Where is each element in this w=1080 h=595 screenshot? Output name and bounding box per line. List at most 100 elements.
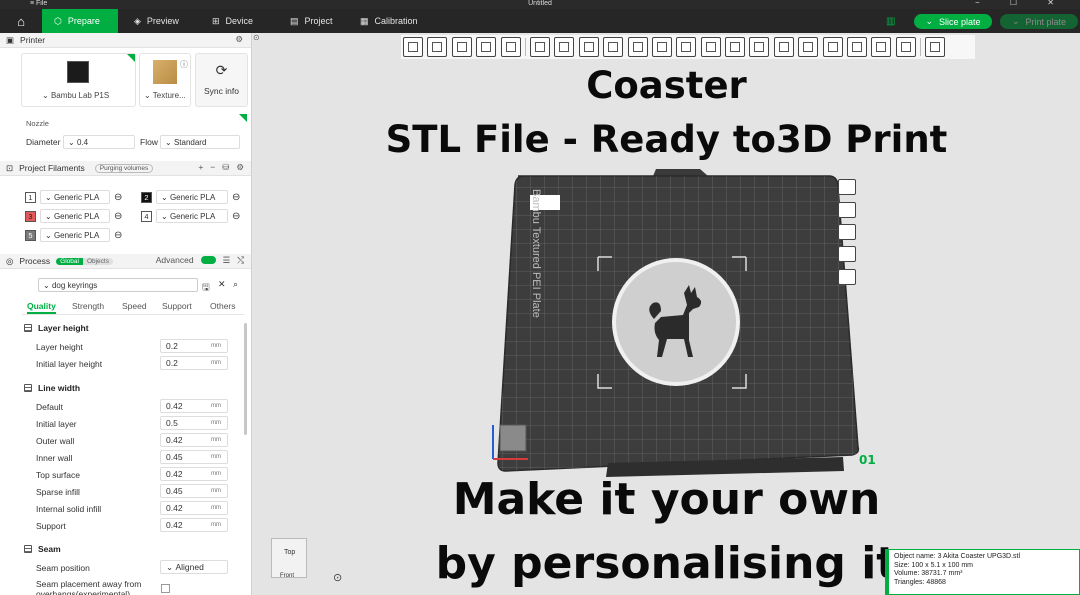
param-row: Inner wall 0.45 mm — [0, 449, 240, 466]
info-icon[interactable]: ⓘ — [180, 59, 188, 70]
arrange-icon[interactable] — [476, 37, 497, 57]
printer-card[interactable]: ⌄ Bambu Lab P1S — [21, 53, 136, 107]
plate-settings-icon[interactable] — [838, 224, 856, 240]
preset-icon[interactable] — [871, 37, 892, 57]
view-cube[interactable]: Top Front — [271, 538, 307, 579]
filament-select[interactable]: ⌄ Generic PLA — [40, 228, 110, 242]
list-icon[interactable]: ☰ — [223, 255, 231, 266]
panel-scrollbar[interactable] — [244, 323, 247, 435]
tab-support[interactable]: Support — [162, 301, 192, 311]
remove-icon[interactable]: − — [210, 162, 215, 173]
ruler-icon[interactable] — [895, 37, 916, 57]
tab-label: Preview — [146, 16, 179, 26]
tab-prepare[interactable]: ⬡ Prepare — [42, 9, 118, 33]
view-settings-icon[interactable] — [925, 37, 946, 57]
tab-quality[interactable]: Quality — [27, 301, 56, 314]
3d-viewport[interactable]: Coaster STL File - Ready to3D Print Bamb… — [253, 33, 1080, 595]
tab-calibration[interactable]: ▦ Calibration — [348, 9, 430, 33]
window-controls[interactable]: − ☐ ✕ — [975, 0, 1068, 7]
measure-icon[interactable] — [798, 37, 819, 57]
assembly-icon[interactable] — [773, 37, 794, 57]
zoom-fit-icon[interactable]: ⊙ — [333, 571, 342, 584]
flow-select[interactable]: ⌄ Standard — [160, 135, 240, 149]
save-icon[interactable]: 🖫 — [202, 280, 210, 296]
minus-circle-icon[interactable]: ⊖ — [232, 211, 240, 222]
slice-plate-button[interactable]: ⌄ Slice plate — [914, 14, 992, 29]
close-icon[interactable]: ✕ — [218, 279, 226, 290]
minus-circle-icon[interactable]: ⊖ — [114, 211, 122, 222]
plate-layout-icon[interactable]: ▥ — [886, 16, 895, 27]
cut-icon[interactable] — [627, 37, 648, 57]
move-icon[interactable] — [529, 37, 550, 57]
objects-toggle[interactable]: Objects — [82, 257, 113, 265]
tab-device[interactable]: ⊞ Device — [200, 9, 265, 33]
lock-icon[interactable] — [838, 246, 856, 262]
sync-info-button[interactable]: ⟳ Sync info — [195, 53, 248, 107]
split-icon[interactable] — [500, 37, 521, 57]
add-icon[interactable]: + — [198, 162, 203, 173]
search-icon[interactable]: ⌕ — [233, 279, 238, 290]
object-size: Size: 100 x 5.1 x 100 mm — [894, 561, 973, 569]
compare-icon[interactable]: ⤭ — [237, 255, 244, 266]
support-paint-icon[interactable] — [676, 37, 697, 57]
settings-panel: ▣ Printer ⚙ ⌄ Bambu Lab P1S ⓘ ⌄ Texture.… — [0, 33, 252, 595]
diameter-select[interactable]: ⌄ 0.4 — [63, 135, 135, 149]
filament-number: 4 — [141, 210, 152, 222]
seam-overhang-checkbox[interactable] — [161, 584, 170, 593]
printer-select[interactable]: ⌄ Bambu Lab P1S — [42, 91, 109, 100]
filament-name: Generic PLA — [53, 211, 100, 221]
image-icon[interactable] — [838, 202, 856, 218]
minus-circle-icon[interactable]: ⊖ — [114, 192, 122, 203]
diameter-label: Diameter — [26, 137, 61, 147]
window-title: Untitled — [528, 0, 552, 7]
process-preset-select[interactable]: ⌄ dog keyrings — [38, 278, 198, 292]
tab-speed[interactable]: Speed — [122, 301, 147, 311]
text-icon[interactable] — [725, 37, 746, 57]
color-paint-icon[interactable] — [700, 37, 721, 57]
plate-select[interactable]: ⌄ Texture... — [144, 91, 186, 100]
home-icon[interactable]: ⌂ — [0, 9, 42, 33]
gear-icon[interactable]: ⚙ — [236, 162, 244, 173]
lay-on-face-icon[interactable] — [603, 37, 624, 57]
plate-card[interactable]: ⓘ ⌄ Texture... — [139, 53, 191, 107]
variable-layer-icon[interactable] — [847, 37, 868, 57]
nozzle-corner — [239, 114, 247, 122]
tab-others[interactable]: Others — [210, 301, 236, 311]
filament-select[interactable]: ⌄ Generic PLA — [40, 209, 110, 223]
param-row: Layer height 0.2 mm — [0, 338, 240, 355]
purging-volumes-button[interactable]: Purging volumes — [94, 163, 154, 173]
collapse-sidebar-icon[interactable]: ⊙ — [253, 33, 263, 43]
add-object-icon[interactable] — [403, 37, 423, 57]
advanced-switch[interactable] — [200, 256, 216, 264]
auto-orient-icon[interactable] — [451, 37, 472, 57]
svg-icon[interactable] — [749, 37, 770, 57]
preset-name: dog keyrings — [51, 280, 98, 290]
object-info-panel: Object name: 3 Akita Coaster UPG3D.stl S… — [885, 549, 1080, 595]
tab-preview[interactable]: ◈ Preview — [122, 9, 191, 33]
settings-icon[interactable] — [838, 269, 856, 285]
section-title: Printer — [20, 35, 46, 45]
global-toggle[interactable]: Global — [56, 257, 83, 265]
sync-filament-icon[interactable]: ⛁ — [222, 162, 229, 173]
close-icon[interactable] — [838, 179, 856, 195]
print-plate-button[interactable]: ⌄ Print plate — [1000, 14, 1078, 29]
param-row: Initial layer height 0.2 mm — [0, 355, 240, 372]
rotate-icon[interactable] — [554, 37, 575, 57]
param-label: Support — [36, 521, 66, 531]
minus-circle-icon[interactable]: ⊖ — [232, 192, 240, 203]
minus-circle-icon[interactable]: ⊖ — [114, 230, 122, 241]
gear-icon[interactable]: ⚙ — [235, 34, 243, 45]
filament-select[interactable]: ⌄ Generic PLA — [40, 190, 110, 204]
refresh-icon: ⟳ — [215, 62, 228, 78]
scale-icon[interactable] — [578, 37, 599, 57]
coaster-model[interactable] — [609, 255, 743, 389]
object-triangles: Triangles: 48868 — [894, 578, 946, 586]
filament-select[interactable]: ⌄ Generic PLA — [156, 190, 228, 204]
add-plate-icon[interactable] — [427, 37, 448, 57]
boolean-icon[interactable] — [651, 37, 672, 57]
tab-project[interactable]: ▤ Project — [278, 9, 345, 33]
tab-strength[interactable]: Strength — [72, 301, 104, 311]
layers-icon[interactable] — [822, 37, 843, 57]
seam-position-select[interactable]: ⌄ Aligned — [160, 560, 228, 574]
filament-select[interactable]: ⌄ Generic PLA — [156, 209, 228, 223]
